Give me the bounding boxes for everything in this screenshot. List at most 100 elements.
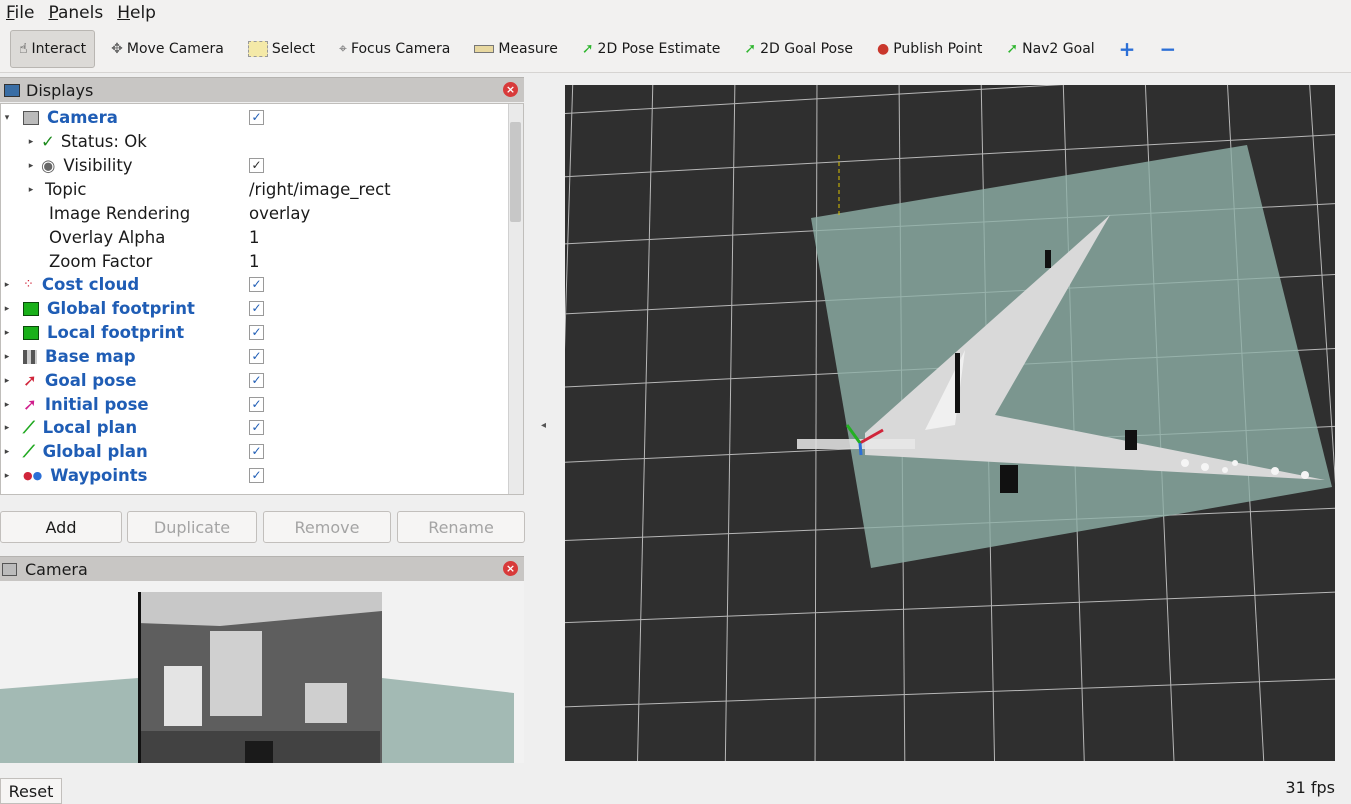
menu-file[interactable]: File (6, 3, 34, 23)
expand-arrow-icon[interactable]: ▸ (1, 447, 13, 457)
image-rendering-value[interactable]: overlay (249, 204, 310, 223)
topic-value[interactable]: /right/image_rect (249, 180, 391, 199)
zoom-factor-value[interactable]: 1 (249, 252, 260, 271)
eye-icon: ◉ (41, 156, 56, 175)
tree-row-goal-pose[interactable]: ▸ ➚ Goal pose ✓ (1, 369, 509, 392)
close-icon[interactable]: × (503, 82, 518, 97)
expand-arrow-icon[interactable]: ▸ (1, 328, 13, 338)
duplicate-display-button[interactable]: Duplicate (127, 511, 257, 543)
expand-arrow-icon[interactable]: ▸ (1, 423, 13, 433)
expand-arrow-icon[interactable]: ▸ (25, 137, 37, 147)
camera-panel-header: Camera × (0, 556, 524, 581)
tree-row-zoom-factor[interactable]: Zoom Factor 1 (1, 250, 509, 273)
expand-arrow-icon[interactable]: ▸ (25, 185, 37, 195)
display-checkbox[interactable]: ✓ (249, 325, 264, 340)
displays-tree[interactable]: ▾ Camera ✓ ▸ ✓ Status: Ok ▸ ◉ Visibility… (0, 103, 524, 495)
tree-row-status[interactable]: ▸ ✓ Status: Ok (1, 130, 509, 153)
scrollbar-thumb[interactable] (510, 122, 521, 222)
display-label: Global plan (42, 442, 148, 461)
tree-row-global-plan[interactable]: ▸ ⟋ Global plan ✓ (1, 440, 509, 463)
minus-icon: − (1159, 37, 1177, 61)
tree-row-overlay-alpha[interactable]: Overlay Alpha 1 (1, 226, 509, 249)
display-label: Local plan (42, 418, 138, 437)
tree-row-local-plan[interactable]: ▸ ⟋ Local plan ✓ (1, 416, 509, 439)
2d-goal-pose-tool-button[interactable]: ➚ 2D Goal Pose (736, 31, 861, 67)
expand-arrow-icon[interactable]: ▸ (1, 352, 13, 362)
menu-help[interactable]: Help (117, 3, 156, 23)
expand-arrow-icon[interactable]: ▸ (1, 304, 13, 314)
path-icon: ⟋ (23, 417, 35, 437)
expand-arrow-icon[interactable]: ▾ (1, 113, 13, 123)
select-tool-button[interactable]: Select (240, 31, 323, 67)
rename-display-button[interactable]: Rename (397, 511, 525, 543)
interact-tool-button[interactable]: ☝ Interact (10, 30, 96, 68)
green-arrow-icon: ➚ (1006, 41, 1019, 57)
display-label: Local footprint (47, 323, 185, 342)
tree-row-local-footprint[interactable]: ▸ Local footprint ✓ (1, 321, 509, 344)
tree-row-topic[interactable]: ▸ Topic /right/image_rect (1, 178, 509, 201)
display-label: Goal pose (44, 371, 137, 390)
expand-arrow-icon[interactable]: ▸ (25, 161, 37, 171)
property-label: Image Rendering (49, 204, 191, 223)
expand-arrow-icon[interactable]: ▸ (1, 400, 13, 410)
property-label: Topic (45, 180, 87, 199)
display-checkbox[interactable]: ✓ (249, 444, 264, 459)
display-checkbox[interactable]: ✓ (249, 277, 264, 292)
panel-splitter-handle[interactable]: ◂ (541, 420, 546, 431)
display-checkbox[interactable]: ✓ (249, 397, 264, 412)
remove-display-button[interactable]: Remove (263, 511, 391, 543)
path-icon: ⟋ (23, 441, 35, 461)
display-checkbox[interactable]: ✓ (249, 349, 264, 364)
nav2-goal-tool-button[interactable]: ➚ Nav2 Goal (998, 31, 1102, 67)
hand-pointer-icon: ☝ (19, 41, 28, 57)
property-label: Zoom Factor (49, 252, 153, 271)
tree-row-cost-cloud[interactable]: ▸ ⁘ Cost cloud ✓ (1, 273, 509, 296)
remove-tool-button[interactable]: − (1151, 31, 1184, 67)
displays-panel-header: Displays × (0, 77, 524, 102)
menu-bar: File Panels Help (0, 0, 1351, 26)
tree-row-waypoints[interactable]: ▸ ●● Waypoints ✓ (1, 464, 509, 487)
display-checkbox[interactable]: ✓ (249, 420, 264, 435)
green-arrow-icon: ➚ (581, 41, 594, 57)
close-icon[interactable]: × (503, 561, 518, 576)
add-tool-button[interactable]: + (1111, 31, 1144, 67)
menu-panels[interactable]: Panels (48, 3, 103, 23)
tree-row-visibility[interactable]: ▸ ◉ Visibility ✓ (1, 154, 509, 177)
camera-enabled-checkbox[interactable]: ✓ (249, 110, 264, 125)
reset-button[interactable]: Reset (0, 778, 62, 804)
measure-tool-button[interactable]: Measure (466, 31, 566, 67)
tree-row-image-rendering[interactable]: Image Rendering overlay (1, 202, 509, 225)
point-cloud-icon: ⁘ (23, 277, 34, 292)
display-label: Global footprint (47, 299, 195, 318)
camera-panel-title: Camera (25, 559, 88, 579)
2d-pose-estimate-tool-button[interactable]: ➚ 2D Pose Estimate (574, 31, 729, 67)
select-icon (247, 41, 268, 57)
focus-camera-tool-button[interactable]: ⌖ Focus Camera (331, 31, 458, 67)
property-label: Visibility (63, 156, 133, 175)
map-pin-icon: ● (877, 41, 890, 57)
move-camera-icon: ✥ (111, 41, 123, 57)
tree-scrollbar[interactable] (508, 104, 523, 494)
display-checkbox[interactable]: ✓ (249, 373, 264, 388)
camera-icon (23, 110, 39, 125)
tree-row-initial-pose[interactable]: ▸ ➚ Initial pose ✓ (1, 393, 509, 416)
publish-point-tool-button[interactable]: ● Publish Point (869, 31, 990, 67)
3d-viewport[interactable] (565, 85, 1335, 761)
add-display-button[interactable]: Add (0, 511, 122, 543)
visibility-checkbox[interactable]: ✓ (249, 158, 264, 173)
display-label: Base map (45, 347, 136, 366)
displays-panel-title: Displays (26, 80, 94, 100)
display-checkbox[interactable]: ✓ (249, 468, 264, 483)
expand-arrow-icon[interactable]: ▸ (1, 280, 13, 290)
expand-arrow-icon[interactable]: ▸ (1, 471, 13, 481)
display-checkbox[interactable]: ✓ (249, 301, 264, 316)
tree-row-global-footprint[interactable]: ▸ Global footprint ✓ (1, 297, 509, 320)
move-camera-tool-button[interactable]: ✥ Move Camera (103, 31, 232, 67)
expand-arrow-icon[interactable]: ▸ (1, 376, 13, 386)
overlay-alpha-value[interactable]: 1 (249, 228, 260, 247)
tree-row-camera[interactable]: ▾ Camera ✓ (1, 106, 509, 129)
fps-counter: 31 fps (1285, 778, 1335, 797)
tree-row-base-map[interactable]: ▸ Base map ✓ (1, 345, 509, 368)
toolbar: ☝ Interact ✥ Move Camera Select ⌖ Focus Cam… (0, 26, 1351, 73)
plus-icon: + (1118, 37, 1136, 61)
